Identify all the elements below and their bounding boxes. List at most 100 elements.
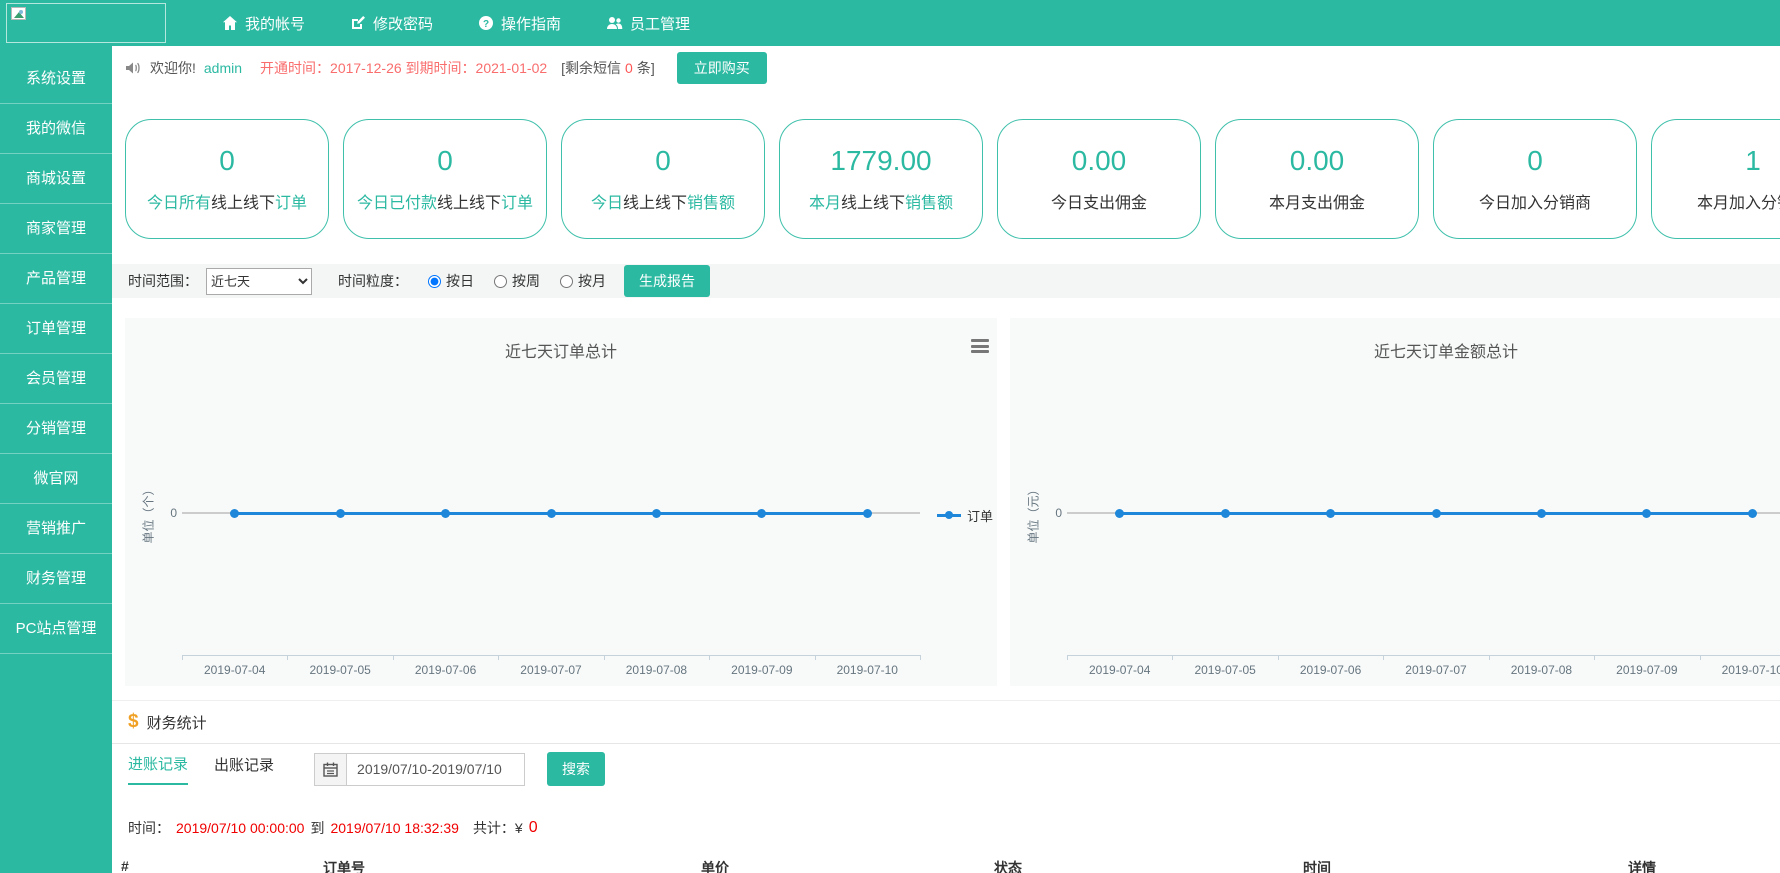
logo bbox=[6, 3, 166, 43]
time-range-select[interactable]: 近七天 bbox=[206, 268, 312, 295]
stat-card[interactable]: 0今日所有线上线下订单 bbox=[125, 119, 329, 239]
x-axis-tick bbox=[709, 655, 710, 660]
stat-label-part: 本月支出佣金 bbox=[1269, 195, 1365, 212]
x-axis-tick-label: 2019-07-04 bbox=[190, 663, 280, 677]
nav-guide[interactable]: ? 操作指南 bbox=[478, 13, 561, 34]
sidebar-item[interactable]: PC站点管理 bbox=[0, 604, 112, 654]
stat-value: 0.00 bbox=[1072, 146, 1127, 176]
stat-card[interactable]: 0.00本月支出佣金 bbox=[1215, 119, 1419, 239]
stat-card[interactable]: 1本月加入分销商 bbox=[1651, 119, 1780, 239]
x-axis-tick bbox=[920, 655, 921, 660]
nav-item-label: 修改密码 bbox=[373, 13, 433, 34]
nav-staff-management[interactable]: 员工管理 bbox=[606, 13, 690, 34]
stat-label: 今日线上线下销售额 bbox=[591, 189, 735, 213]
stat-card[interactable]: 0今日已付款线上线下订单 bbox=[343, 119, 547, 239]
stat-label: 今日所有线上线下订单 bbox=[147, 189, 307, 213]
buy-now-button[interactable]: 立即购买 bbox=[677, 52, 767, 84]
radio-input-month[interactable] bbox=[560, 275, 573, 288]
stat-card[interactable]: 0 今日加入分销商 bbox=[1433, 119, 1637, 239]
table-header-cell: 订单号 bbox=[323, 858, 365, 873]
radio-label: 按周 bbox=[512, 271, 540, 291]
table-header-cell: 状态 bbox=[994, 858, 1022, 873]
table-header-cell: 详情 bbox=[1628, 858, 1656, 873]
sms-remaining: [剩余短信0条] bbox=[561, 58, 655, 78]
data-point bbox=[441, 509, 450, 518]
x-axis-line bbox=[182, 655, 921, 656]
radio-input-day[interactable] bbox=[428, 275, 441, 288]
tab-outgoing-records[interactable]: 出账记录 bbox=[214, 754, 274, 784]
sidebar-item[interactable]: 商城设置 bbox=[0, 154, 112, 204]
x-axis-tick bbox=[1172, 655, 1173, 660]
chart-title: 近七天订单总计 bbox=[125, 338, 997, 362]
sidebar-item[interactable]: 营销推广 bbox=[0, 504, 112, 554]
radio-input-week[interactable] bbox=[494, 275, 507, 288]
radio-by-week[interactable]: 按周 bbox=[494, 271, 540, 291]
time-to: 2019/07/10 18:32:39 bbox=[330, 820, 458, 836]
filter-bar: 时间范围： 近七天 时间粒度： 按日 按周 按月 生成报告 bbox=[112, 264, 1780, 298]
sidebar-item[interactable]: 订单管理 bbox=[0, 304, 112, 354]
stat-card[interactable]: 0.00 今日支出佣金 bbox=[997, 119, 1201, 239]
stat-card[interactable]: 0 今日线上线下销售额 bbox=[561, 119, 765, 239]
greeting-text: 欢迎你! bbox=[150, 58, 196, 78]
sidebar-item[interactable]: 分销管理 bbox=[0, 404, 112, 454]
chart-toolbox-menu-icon[interactable] bbox=[971, 339, 989, 356]
data-point bbox=[1221, 509, 1230, 518]
data-point bbox=[757, 509, 766, 518]
tab-income-records[interactable]: 进账记录 bbox=[128, 753, 188, 785]
generate-report-button[interactable]: 生成报告 bbox=[624, 265, 710, 297]
sidebar-item[interactable]: 会员管理 bbox=[0, 354, 112, 404]
table-header-cell: 单价 bbox=[701, 858, 729, 873]
x-axis-tick-label: 2019-07-10 bbox=[822, 663, 912, 677]
stat-value: 0 bbox=[655, 146, 671, 176]
account-period: 开通时间：2017-12-26 到期时间：2021-01-02 bbox=[260, 58, 547, 78]
data-point bbox=[1432, 509, 1441, 518]
x-axis-tick-label: 2019-07-09 bbox=[1602, 663, 1692, 677]
chart-legend[interactable]: 订单 bbox=[937, 506, 993, 525]
chart-title: 近七天订单金额总计 bbox=[1010, 338, 1780, 362]
nav-change-password[interactable]: 修改密码 bbox=[350, 13, 433, 34]
nav-item-label: 操作指南 bbox=[501, 13, 561, 34]
table-header-cell: # bbox=[121, 858, 129, 873]
sidebar-item[interactable]: 产品管理 bbox=[0, 254, 112, 304]
orders-chart-panel: 近七天订单总计 单位（个） 0 2019-07-042019-07-052019… bbox=[125, 318, 997, 686]
finance-section-title: 财务统计 bbox=[147, 712, 207, 733]
x-axis-tick bbox=[1383, 655, 1384, 660]
x-axis-tick bbox=[1594, 655, 1595, 660]
sidebar-item[interactable]: 微官网 bbox=[0, 454, 112, 504]
stat-card[interactable]: 1779.00本月线上线下销售额 bbox=[779, 119, 983, 239]
data-point bbox=[652, 509, 661, 518]
data-point bbox=[1326, 509, 1335, 518]
stat-label-part: 线上线下 bbox=[437, 195, 501, 212]
data-point bbox=[230, 509, 239, 518]
x-axis-tick bbox=[815, 655, 816, 660]
x-axis-tick-label: 2019-07-07 bbox=[1391, 663, 1481, 677]
sidebar-item[interactable]: 商家管理 bbox=[0, 204, 112, 254]
stat-label: 今日已付款线上线下订单 bbox=[357, 189, 533, 213]
sidebar-item[interactable]: 系统设置 bbox=[0, 54, 112, 104]
stat-label-part: 今日 bbox=[591, 195, 623, 212]
nav-my-account[interactable]: 我的帐号 bbox=[222, 13, 305, 34]
stat-value: 0 bbox=[1527, 146, 1543, 176]
radio-by-day[interactable]: 按日 bbox=[428, 271, 474, 291]
radio-by-month[interactable]: 按月 bbox=[560, 271, 606, 291]
y-axis-label: 单位（个） bbox=[140, 454, 157, 574]
sidebar-item[interactable]: 财务管理 bbox=[0, 554, 112, 604]
calendar-icon[interactable] bbox=[314, 753, 347, 786]
x-axis-tick-label: 2019-07-04 bbox=[1075, 663, 1165, 677]
y-axis-tick: 0 bbox=[1046, 506, 1062, 520]
search-button[interactable]: 搜索 bbox=[547, 752, 605, 786]
sidebar-item[interactable]: 我的微信 bbox=[0, 104, 112, 154]
total-value: 0 bbox=[529, 819, 538, 837]
home-icon bbox=[222, 15, 238, 31]
sms-suffix: 条] bbox=[637, 60, 655, 76]
stat-label: 今日加入分销商 bbox=[1479, 189, 1591, 213]
users-icon bbox=[606, 15, 623, 31]
total-label: 共计：¥ bbox=[473, 818, 523, 838]
x-axis-tick bbox=[182, 655, 183, 660]
date-range-picker bbox=[314, 753, 525, 786]
date-range-input[interactable] bbox=[347, 753, 525, 786]
granularity-label: 时间粒度： bbox=[338, 271, 408, 291]
stat-label-part: 今日加入分销商 bbox=[1479, 195, 1591, 212]
data-point bbox=[1748, 509, 1757, 518]
stat-label-part: 今日支出佣金 bbox=[1051, 195, 1147, 212]
